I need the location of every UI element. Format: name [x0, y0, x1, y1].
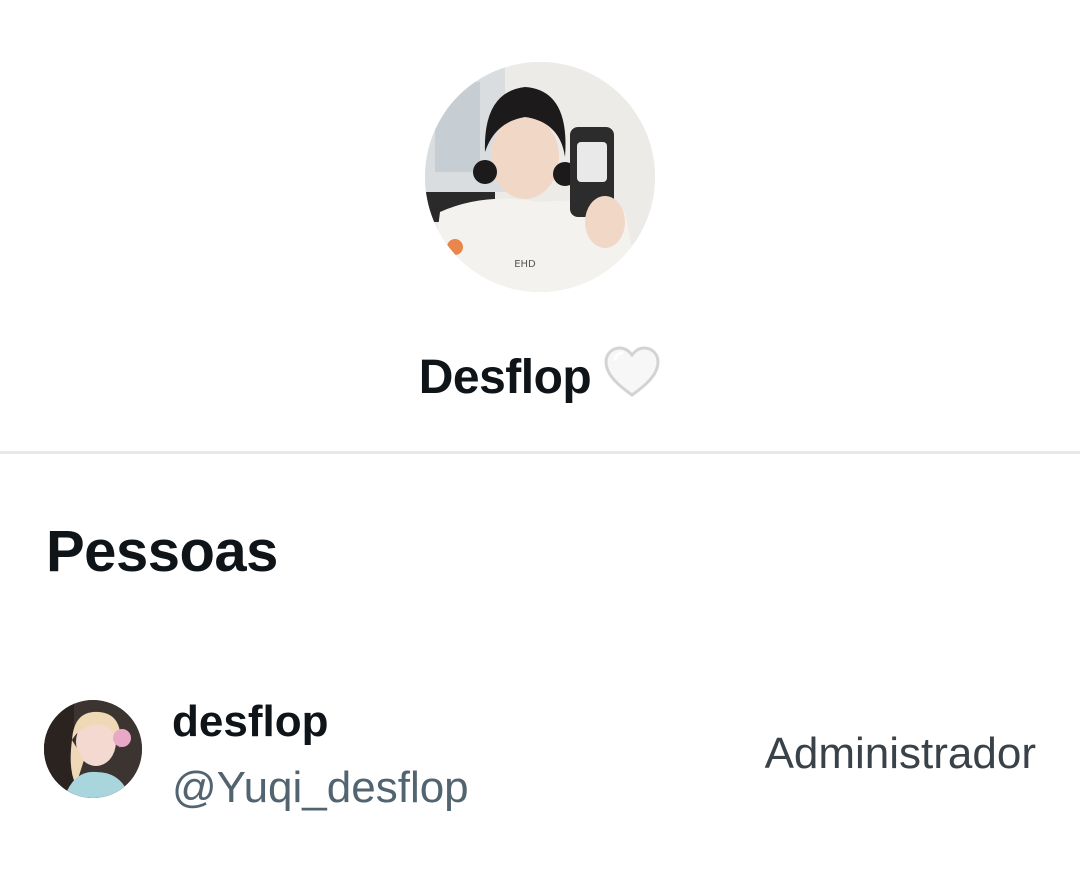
member-row[interactable]: desflop @Yuqi_desflop Administrador: [0, 690, 1080, 812]
section-divider: [0, 451, 1080, 454]
group-avatar[interactable]: EHD: [425, 62, 655, 292]
conversation-title-text: Desflop: [418, 351, 592, 404]
member-role-label: Administrador: [764, 729, 1036, 778]
member-avatar-image: [44, 700, 142, 798]
white-heart-icon: [604, 346, 660, 397]
group-info-page: EHD Desflop Pessoas desflop @Yuqi_desflo…: [0, 0, 1080, 880]
conversation-title: Desflop: [0, 345, 1080, 409]
group-avatar-image: EHD: [425, 62, 655, 292]
member-handle: @Yuqi_desflop: [172, 763, 469, 812]
people-section-title: Pessoas: [46, 519, 278, 584]
member-avatar[interactable]: [44, 700, 142, 798]
svg-text:EHD: EHD: [514, 259, 536, 270]
member-name: desflop: [172, 697, 329, 746]
